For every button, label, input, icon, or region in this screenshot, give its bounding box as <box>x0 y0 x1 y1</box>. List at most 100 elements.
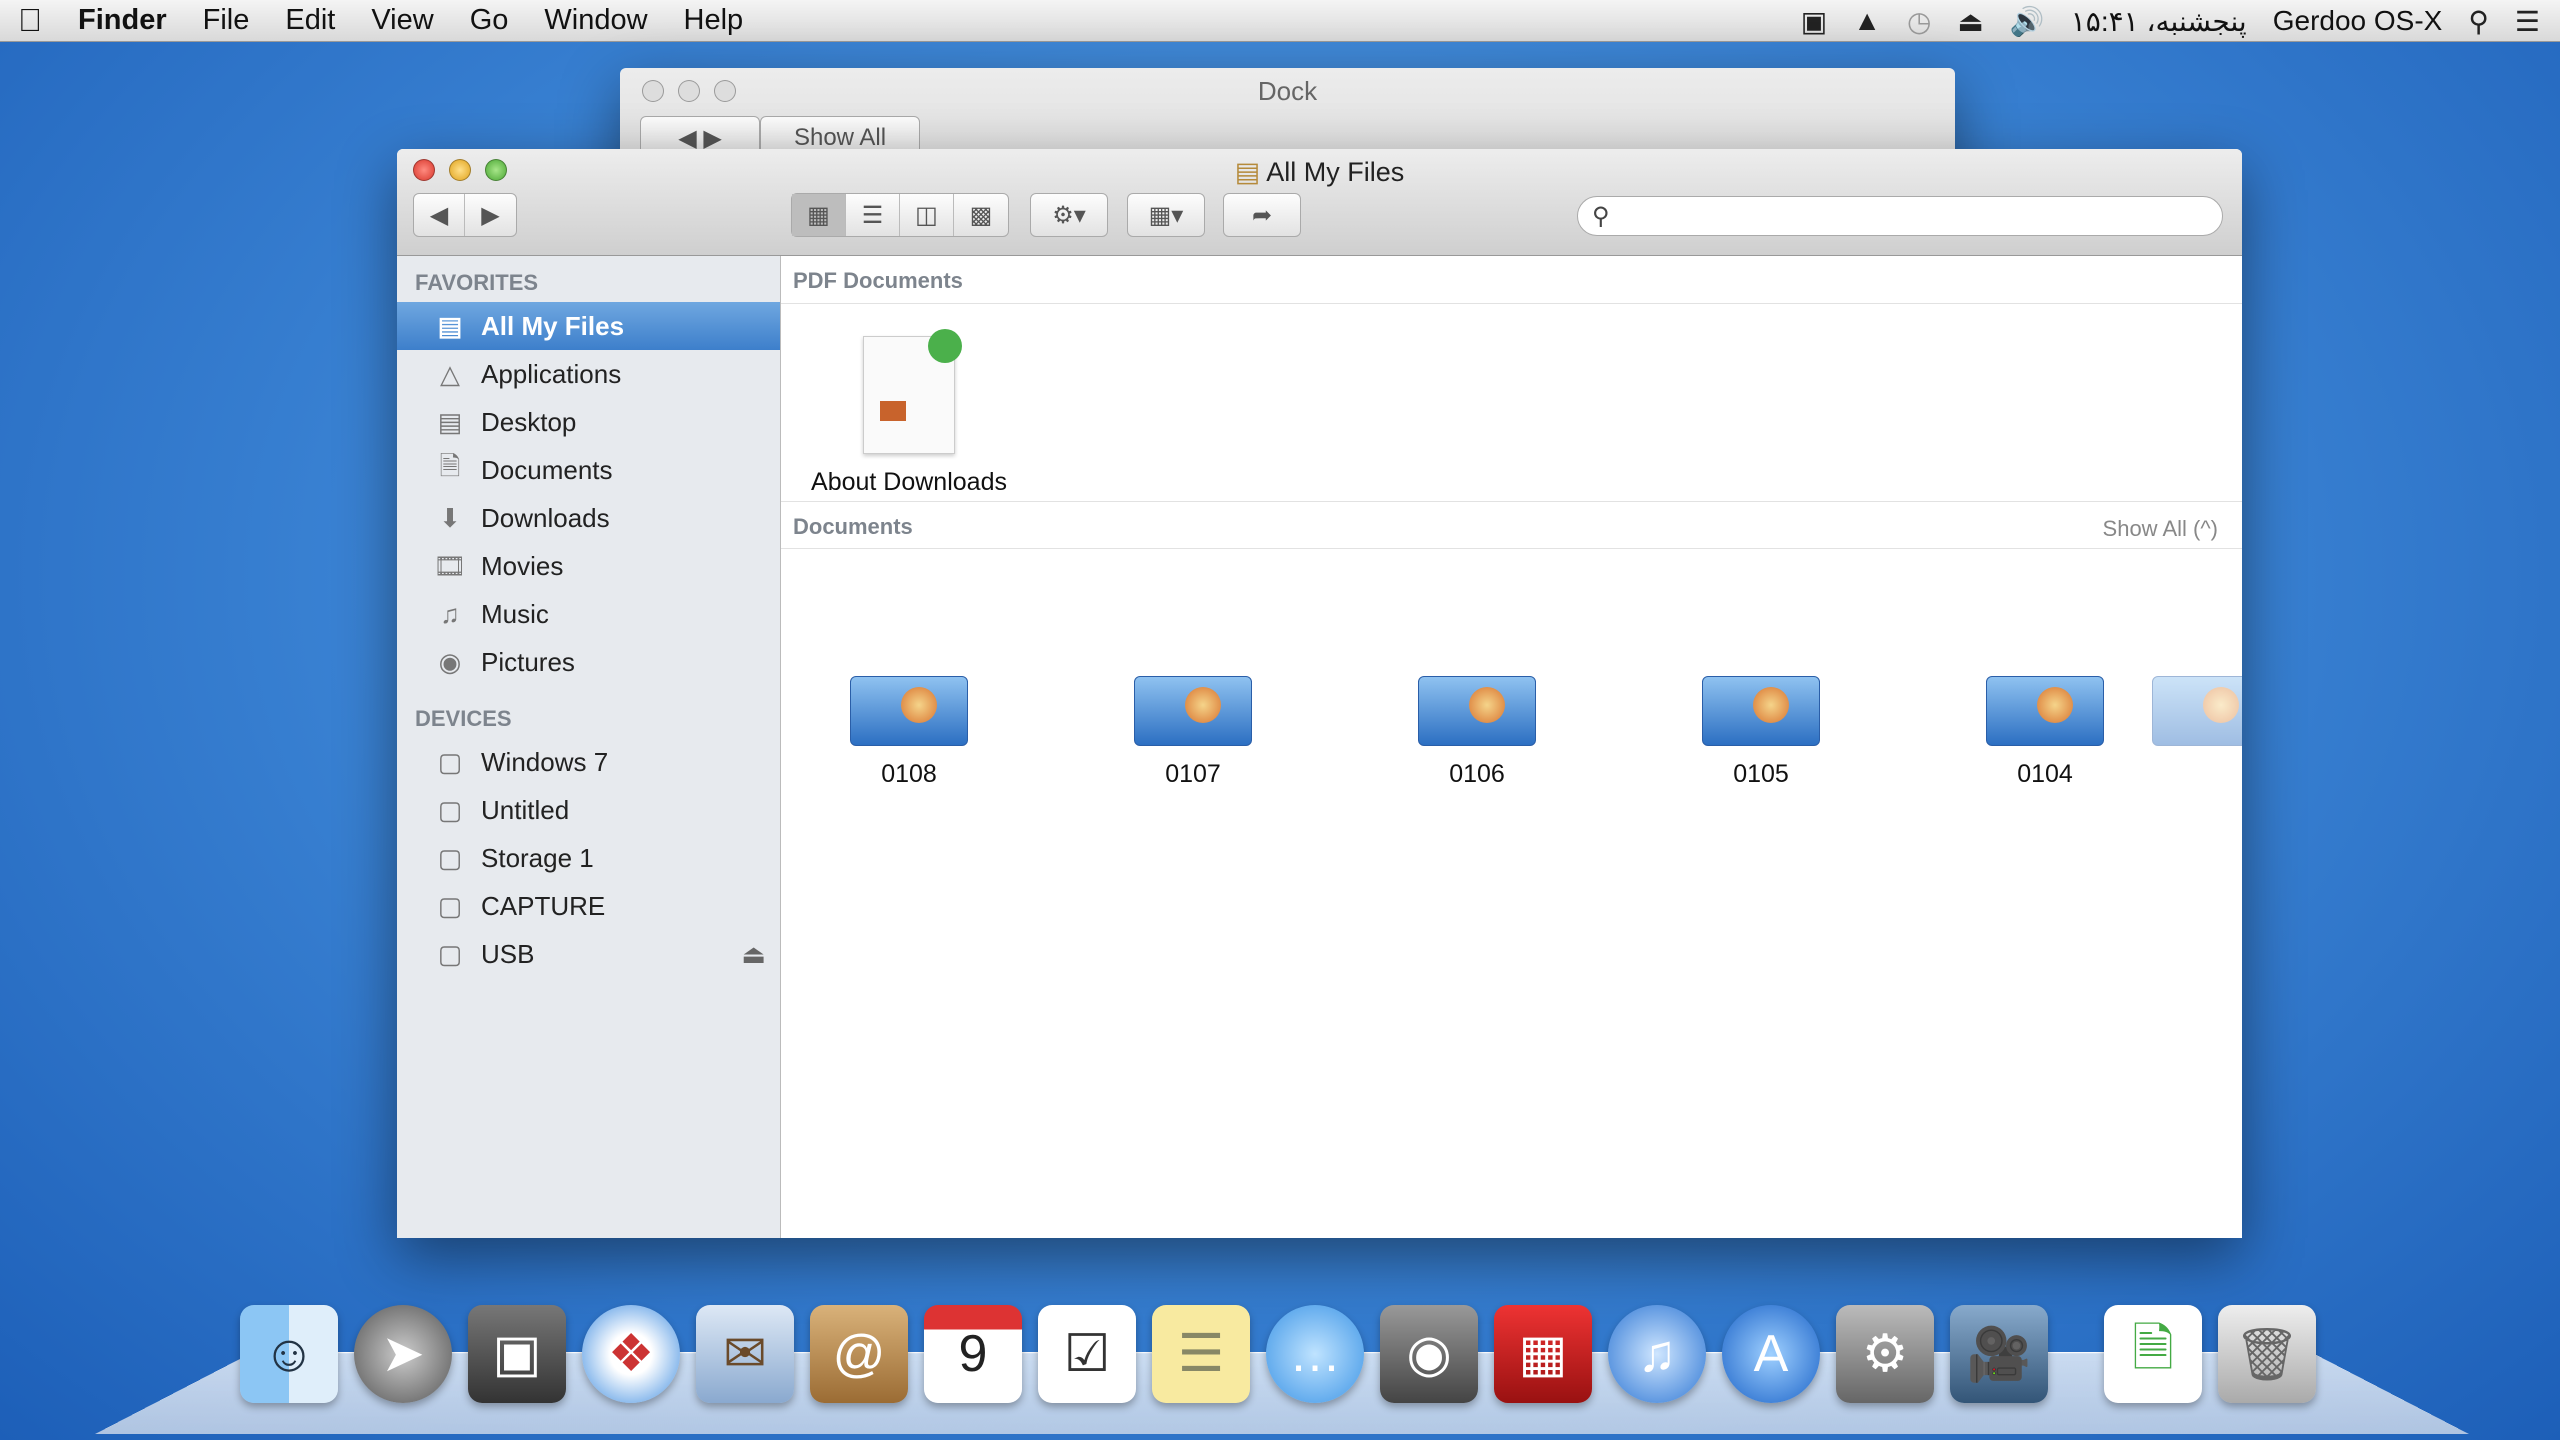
forward-button[interactable]: ▶ <box>465 194 516 236</box>
cover-flow-button[interactable]: ▩ <box>954 194 1008 236</box>
mail-icon[interactable]: ✉ <box>696 1305 794 1403</box>
sidebar-item-untitled[interactable]: ▢ Untitled <box>397 786 780 834</box>
screen-record-icon[interactable]: ▣ <box>1801 5 1827 38</box>
arrange-button[interactable]: ▦▾ <box>1127 193 1205 237</box>
documents-icon: 🗎 <box>433 448 467 492</box>
file-0106[interactable]: 0106 <box>1347 676 1607 789</box>
devices-header: DEVICES <box>397 686 780 738</box>
system-preferences-icon[interactable]: ⚙ <box>1836 1305 1934 1403</box>
sidebar-item-pictures[interactable]: ◉ Pictures <box>397 638 780 686</box>
column-view-button[interactable]: ◫ <box>900 194 954 236</box>
eject-icon[interactable]: ⏏ <box>1957 5 1983 38</box>
file-0104[interactable]: 0104 <box>1915 676 2175 789</box>
document-thumbnail-icon <box>1418 676 1536 746</box>
all-my-files-icon: ▤ <box>1235 157 1261 187</box>
volume-icon[interactable]: 🔊 <box>2010 5 2045 38</box>
disk-icon: ▢ <box>433 939 467 970</box>
sidebar-item-capture[interactable]: ▢ CAPTURE <box>397 882 780 930</box>
pdf-icon <box>863 336 955 454</box>
document-thumbnail-icon <box>850 676 968 746</box>
menu-bar:  Finder File Edit View Go Window Help ▣… <box>0 0 2560 42</box>
file-0107[interactable]: 0107 <box>1063 676 1323 789</box>
menu-view[interactable]: View <box>353 4 451 37</box>
facetime-icon[interactable]: ◉ <box>1380 1305 1478 1403</box>
contacts-icon[interactable]: @ <box>810 1305 908 1403</box>
finder-icon[interactable]: ☺ <box>240 1305 338 1403</box>
sidebar-item-all-my-files[interactable]: ▤ All My Files <box>397 302 780 350</box>
photo-booth-icon[interactable]: ▦ <box>1494 1305 1592 1403</box>
favorites-header: FAVORITES <box>397 256 780 302</box>
document-thumbnail-icon <box>1986 676 2104 746</box>
back-button[interactable]: ◀ <box>414 194 465 236</box>
menu-help[interactable]: Help <box>666 4 762 37</box>
time-machine-icon[interactable]: ◷ <box>1907 5 1931 38</box>
itunes-icon[interactable]: ♫ <box>1608 1305 1706 1403</box>
dock: ☺ ➤ ▣ ❖ ✉ @ 9 ☑ ☰ … ◉ ▦ ♫ A ⚙ 🎥 🗎 🗑 <box>240 1305 2316 1403</box>
disk-icon: ▢ <box>433 843 467 874</box>
back-forward-buttons: ◀ ▶ <box>413 193 517 237</box>
music-icon: ♫ <box>433 599 467 630</box>
document-thumbnail-icon <box>1702 676 1820 746</box>
disk-icon: ▢ <box>433 795 467 826</box>
search-icon: ⚲ <box>1592 202 1610 231</box>
user-name[interactable]: Gerdoo OS-X <box>2273 5 2443 37</box>
eject-icon[interactable]: ⏏ <box>741 939 766 970</box>
file-partial[interactable] <box>2141 676 2242 760</box>
clock[interactable]: پنجشنبه، ۱۵:۴۱ <box>2071 5 2247 38</box>
file-0105[interactable]: 0105 <box>1631 676 1891 789</box>
file-0108[interactable]: 0108 <box>779 676 1039 789</box>
menu-finder[interactable]: Finder <box>60 4 185 37</box>
downloads-icon: ⬇ <box>433 503 467 534</box>
window-title: ▤ All My Files <box>397 157 2242 188</box>
reminders-icon[interactable]: ☑ <box>1038 1305 1136 1403</box>
safari-icon[interactable]: ❖ <box>582 1305 680 1403</box>
sidebar-item-downloads[interactable]: ⬇ Downloads <box>397 494 780 542</box>
desktop-icon: ▤ <box>433 407 467 438</box>
calendar-icon[interactable]: 9 <box>924 1305 1022 1403</box>
menu-edit[interactable]: Edit <box>267 4 353 37</box>
sidebar: FAVORITES ▤ All My Files △ Applications ▤ D… <box>397 256 781 1238</box>
sidebar-item-usb[interactable]: ▢ USB ⏏ <box>397 930 780 978</box>
list-view-button[interactable]: ☰ <box>846 194 900 236</box>
applications-icon: △ <box>433 359 467 390</box>
sidebar-item-desktop[interactable]: ▤ Desktop <box>397 398 780 446</box>
apple-icon[interactable]:  <box>0 2 60 39</box>
menu-file[interactable]: File <box>185 4 268 37</box>
launchpad-icon[interactable]: ➤ <box>354 1305 452 1403</box>
disk-icon: ▢ <box>433 747 467 778</box>
file-browser: PDF Documents About Downloads Documents S… <box>781 256 2242 1238</box>
finder-window: ▤ All My Files ◀ ▶ ▦ ☰ ◫ ▩ ⚙▾ ▦▾ ➦ ⚲ FAVO… <box>397 149 2242 1238</box>
imovie-icon[interactable]: 🎥 <box>1950 1305 2048 1403</box>
file-about-downloads[interactable]: About Downloads <box>779 336 1039 497</box>
document-thumbnail-icon <box>2152 676 2242 746</box>
messages-icon[interactable]: … <box>1266 1305 1364 1403</box>
sidebar-item-movies[interactable]: 🎞 Movies <box>397 542 780 590</box>
search-input[interactable]: ⚲ <box>1577 196 2223 236</box>
icon-view-button[interactable]: ▦ <box>792 194 846 236</box>
sidebar-item-music[interactable]: ♫ Music <box>397 590 780 638</box>
view-mode-segmented: ▦ ☰ ◫ ▩ <box>791 193 1009 237</box>
trash-icon[interactable]: 🗑 <box>2218 1305 2316 1403</box>
movies-icon: 🎞 <box>433 551 467 582</box>
share-button[interactable]: ➦ <box>1223 193 1301 237</box>
sidebar-item-documents[interactable]: 🗎 Documents <box>397 446 780 494</box>
notes-icon[interactable]: ☰ <box>1152 1305 1250 1403</box>
section-pdf-documents: PDF Documents <box>781 256 2242 304</box>
all-my-files-icon: ▤ <box>433 311 467 342</box>
notification-center-icon[interactable]: ☰ <box>2515 5 2540 38</box>
show-all-link[interactable]: Show All (^) <box>2103 516 2218 542</box>
app-store-icon[interactable]: A <box>1722 1305 1820 1403</box>
spotlight-icon[interactable]: ⚲ <box>2468 5 2489 38</box>
window-title: Dock <box>620 76 1955 107</box>
document-stack-icon[interactable]: 🗎 <box>2104 1305 2202 1403</box>
sidebar-item-storage-1[interactable]: ▢ Storage 1 <box>397 834 780 882</box>
action-gear-button[interactable]: ⚙▾ <box>1030 193 1108 237</box>
disk-icon: ▢ <box>433 891 467 922</box>
sidebar-item-windows-7[interactable]: ▢ Windows 7 <box>397 738 780 786</box>
section-documents: Documents Show All (^) <box>781 501 2242 549</box>
menu-go[interactable]: Go <box>452 4 527 37</box>
sidebar-item-applications[interactable]: △ Applications <box>397 350 780 398</box>
image-capture-icon[interactable]: ▣ <box>468 1305 566 1403</box>
airplay-icon[interactable]: ▲ <box>1853 5 1881 37</box>
menu-window[interactable]: Window <box>526 4 665 37</box>
